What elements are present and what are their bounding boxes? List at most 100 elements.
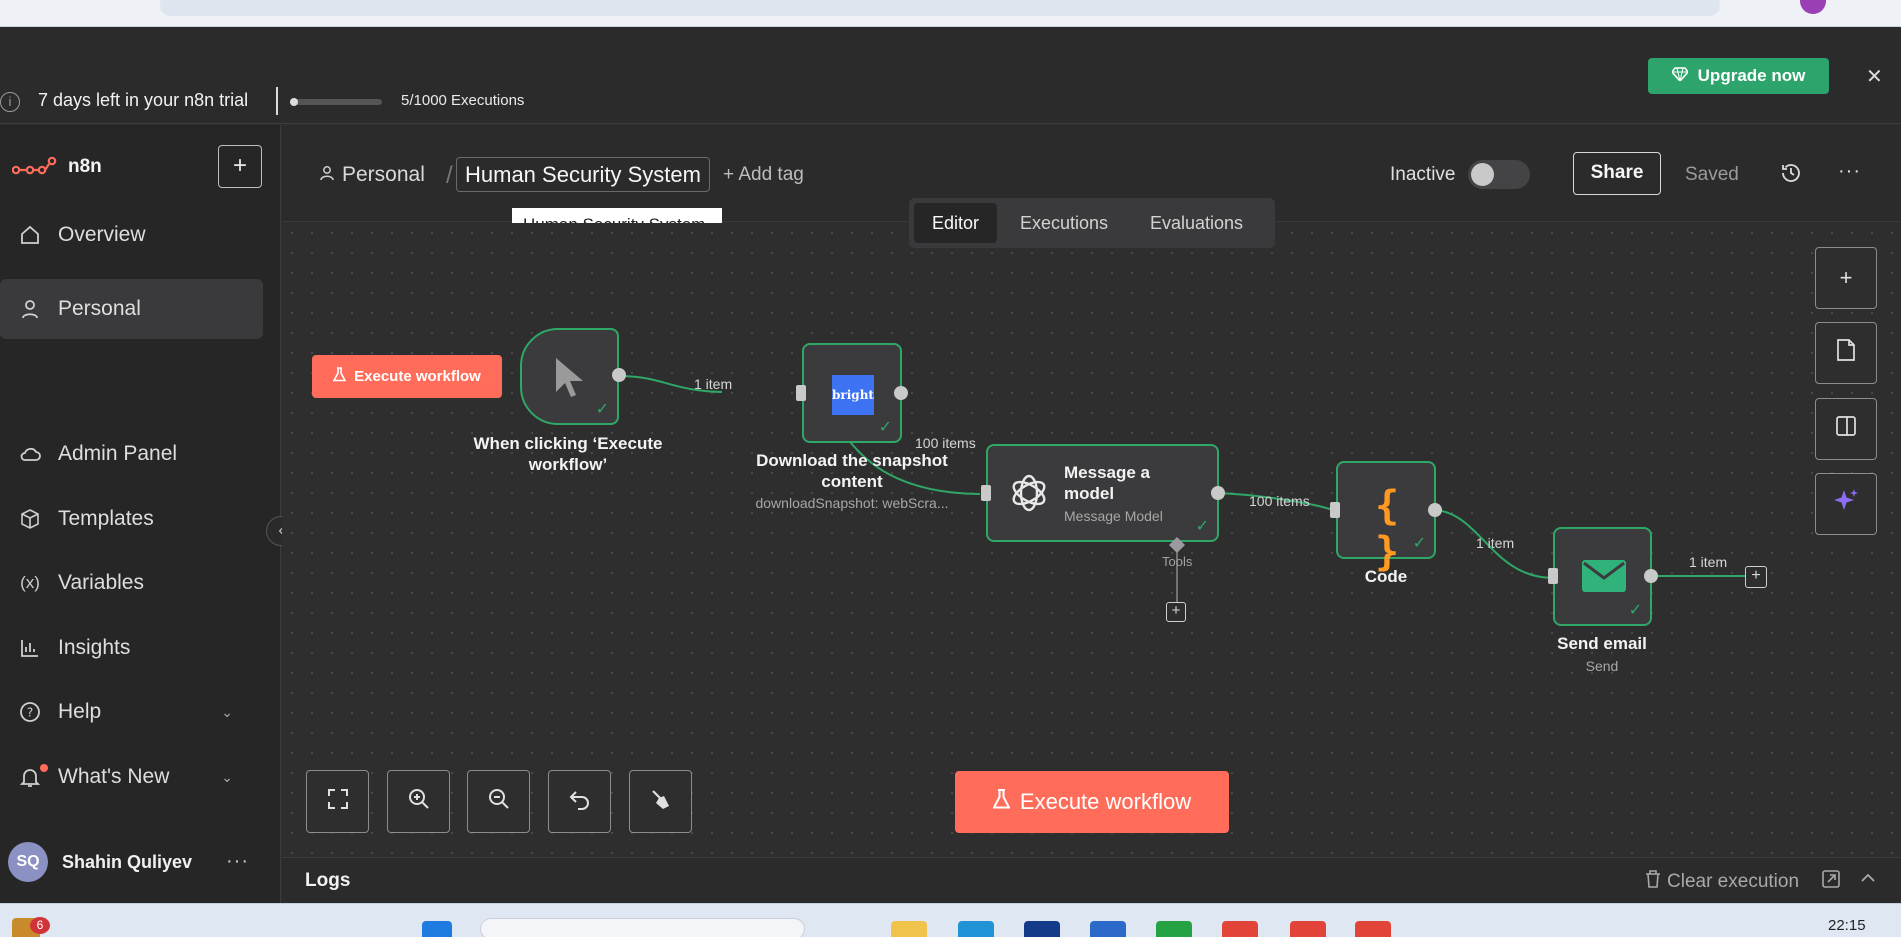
trash-icon xyxy=(1645,870,1661,894)
start-icon[interactable] xyxy=(422,921,452,937)
webstorm-icon[interactable] xyxy=(1024,921,1060,937)
notification-dot xyxy=(40,764,48,772)
trial-days-text: 7 days left in your n8n trial xyxy=(38,90,249,110)
sidebar-item-help[interactable]: ? Help ⌄ xyxy=(0,682,263,742)
node-manual-trigger[interactable]: ✓ xyxy=(520,328,619,425)
clear-execution-button[interactable]: Clear execution xyxy=(1645,870,1799,894)
success-check-icon: ✓ xyxy=(1628,602,1642,619)
node-code[interactable]: { } ✓ xyxy=(1336,461,1436,575)
browser-toolbar xyxy=(0,0,1901,27)
output-handle[interactable] xyxy=(1210,485,1226,501)
n8n-logo[interactable]: n8n xyxy=(12,156,102,178)
sidebar-item-templates[interactable]: Templates xyxy=(0,489,263,549)
reset-zoom-button[interactable] xyxy=(548,770,611,833)
store-icon[interactable] xyxy=(1090,921,1126,937)
edge-icon[interactable] xyxy=(958,921,994,937)
zoom-in-button[interactable] xyxy=(387,770,450,833)
node-send-email[interactable]: ✓ xyxy=(1553,527,1652,626)
connection-label: 100 items xyxy=(1249,493,1310,509)
svg-text:?: ? xyxy=(27,706,33,720)
sidebar-item-insights[interactable]: Insights xyxy=(0,618,263,678)
pop-out-icon[interactable] xyxy=(1822,870,1840,893)
sidebar-item-label: Overview xyxy=(58,223,146,246)
add-node-panel-button[interactable]: + xyxy=(1815,247,1877,309)
execute-workflow-button[interactable]: Execute workflow xyxy=(955,771,1229,833)
broom-icon xyxy=(649,787,673,816)
zoom-in-icon xyxy=(407,787,431,816)
create-new-button[interactable]: + xyxy=(218,145,262,188)
workflow-name-input[interactable]: Human Security System xyxy=(456,157,710,192)
chevron-up-icon[interactable] xyxy=(1860,870,1876,893)
sidebar-item-admin-panel[interactable]: Admin Panel xyxy=(0,424,263,484)
chrome-profile-2-icon[interactable] xyxy=(1355,921,1391,937)
chrome-icon[interactable] xyxy=(1222,921,1258,937)
logs-title: Logs xyxy=(305,870,351,891)
add-node-button[interactable]: + xyxy=(1745,566,1767,588)
logs-actions xyxy=(1822,870,1876,893)
help-icon: ? xyxy=(18,700,42,724)
notification-badge: 6 xyxy=(30,917,50,934)
sidebar-item-label: Help xyxy=(58,700,102,723)
input-handle[interactable] xyxy=(1330,502,1340,518)
ai-assistant-button[interactable] xyxy=(1815,473,1877,535)
sidebar-item-label: Variables xyxy=(58,571,144,594)
node-subtitle: Send xyxy=(1585,658,1619,674)
executions-progress-bar xyxy=(290,98,382,106)
zoom-out-button[interactable] xyxy=(467,770,530,833)
active-toggle[interactable] xyxy=(1468,160,1530,189)
tidy-up-button[interactable] xyxy=(629,770,692,833)
sidebar-item-whats-new[interactable]: What's New ⌄ xyxy=(0,747,263,807)
address-bar[interactable] xyxy=(160,0,1720,16)
add-tag-link[interactable]: + Add tag xyxy=(723,164,804,186)
saved-status: Saved xyxy=(1685,164,1739,185)
sidebar-item-personal[interactable]: Personal xyxy=(0,279,263,339)
output-handle[interactable] xyxy=(611,367,627,383)
tab-executions[interactable]: Executions xyxy=(1002,203,1126,243)
node-subtitle: Message Model xyxy=(1064,508,1163,524)
breadcrumb-project[interactable]: Personal xyxy=(320,163,425,187)
home-icon xyxy=(18,223,42,247)
breadcrumb-separator: / xyxy=(446,162,453,189)
whatsapp-icon[interactable] xyxy=(1156,921,1192,937)
profile-avatar[interactable] xyxy=(1800,0,1826,14)
share-button[interactable]: Share xyxy=(1573,152,1661,195)
chrome-profile-icon[interactable] xyxy=(1290,921,1326,937)
tools-handle[interactable] xyxy=(1168,536,1186,554)
tab-editor[interactable]: Editor xyxy=(914,203,998,243)
input-handle[interactable] xyxy=(981,485,991,501)
tools-label: Tools xyxy=(1162,554,1193,569)
output-handle[interactable] xyxy=(1427,502,1443,518)
upgrade-button[interactable]: Upgrade now xyxy=(1648,58,1829,94)
envelope-icon xyxy=(1582,560,1626,597)
user-profile[interactable]: SQ Shahin Quliyev xyxy=(8,842,192,882)
execute-workflow-button-small[interactable]: Execute workflow xyxy=(312,355,502,398)
tab-evaluations[interactable]: Evaluations xyxy=(1132,203,1261,243)
taskbar-search[interactable] xyxy=(480,918,805,937)
connection-label: 1 item xyxy=(1689,554,1728,570)
executions-count: 5/1000 Executions xyxy=(401,92,525,109)
user-menu-more-icon[interactable]: ··· xyxy=(226,850,249,873)
fit-view-button[interactable] xyxy=(306,770,369,833)
node-label: When clicking ‘Execute workflow’ xyxy=(473,434,663,474)
sidebar-item-label: Insights xyxy=(58,636,131,659)
input-handle[interactable] xyxy=(1548,568,1558,584)
sticky-note-button[interactable] xyxy=(1815,322,1877,384)
sidebar-item-overview[interactable]: Overview xyxy=(0,205,263,265)
project-name: Personal xyxy=(342,163,425,186)
file-explorer-icon[interactable] xyxy=(891,921,927,937)
node-bright-data-download[interactable]: bright ✓ xyxy=(802,343,902,443)
toggle-panel-button[interactable] xyxy=(1815,398,1877,460)
add-tool-button[interactable]: + xyxy=(1166,602,1186,622)
history-icon[interactable] xyxy=(1780,162,1802,184)
close-icon[interactable]: ✕ xyxy=(1866,64,1883,89)
more-options-icon[interactable]: ··· xyxy=(1838,160,1861,183)
variables-icon: (x) xyxy=(20,573,40,592)
node-openai-message-model[interactable]: Message a model Message Model ✓ xyxy=(986,444,1219,542)
connection-label: 1 item xyxy=(1476,535,1515,551)
sidebar-item-variables[interactable]: (x) Variables xyxy=(0,553,263,613)
input-handle[interactable] xyxy=(796,385,806,401)
node-label: Send email xyxy=(1557,634,1647,653)
user-icon xyxy=(18,297,42,321)
output-handle[interactable] xyxy=(893,385,909,401)
output-handle[interactable] xyxy=(1643,568,1659,584)
